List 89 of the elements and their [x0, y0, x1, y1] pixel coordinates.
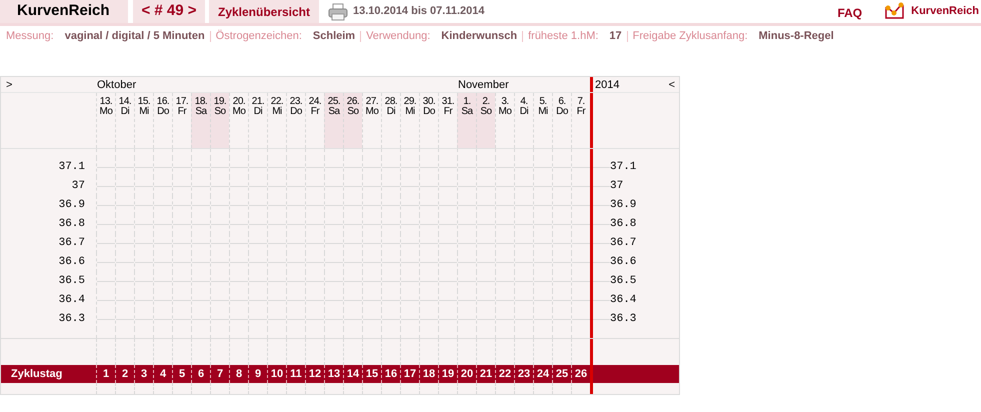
- temperature-label: 37.1: [610, 160, 636, 176]
- day-header: 19. So: [210, 93, 229, 148]
- info-value: Kinderwunsch: [441, 28, 518, 44]
- cycle-day-number: 22: [495, 365, 514, 383]
- month-label: November: [457, 78, 510, 92]
- day-header: 30. Do: [419, 93, 438, 148]
- cycle-day-number: 18: [419, 365, 438, 383]
- day-header: 16. Do: [153, 93, 172, 148]
- cycle-day-number: 17: [400, 365, 419, 383]
- printer-icon[interactable]: [328, 2, 348, 20]
- info-value: Schleim: [312, 28, 356, 44]
- cycle-day-number: 10: [267, 365, 286, 383]
- cycle-day-number: 26: [571, 365, 590, 383]
- cycle-day-number: 16: [381, 365, 400, 383]
- cycle-day-number: 2: [115, 365, 134, 383]
- temperature-label: 36.5: [610, 274, 636, 290]
- cycle-day-number: 8: [229, 365, 248, 383]
- cycle-day-number: 7: [210, 365, 229, 383]
- cycle-navigation[interactable]: < # 49 >: [133, 0, 205, 23]
- cycle-day-number: 23: [514, 365, 533, 383]
- day-header: 4. Di: [514, 93, 533, 148]
- day-header: 27. Mo: [362, 93, 381, 148]
- info-label: Freigabe Zyklusanfang:: [632, 28, 748, 44]
- day-header: 23. Do: [286, 93, 305, 148]
- info-label: Messung:: [6, 28, 54, 44]
- cycle-day-number: 12: [305, 365, 324, 383]
- day-header: 1. Sa: [457, 93, 476, 148]
- temperature-label: 37: [72, 179, 85, 194]
- temperature-label: 36.4: [58, 293, 85, 308]
- temperature-label: 37: [610, 179, 624, 194]
- cycle-day-number: 19: [438, 365, 457, 383]
- temperature-label: 36.7: [58, 236, 85, 252]
- temperature-label: 37.1: [58, 160, 85, 176]
- day-header: 15. Mi: [134, 93, 153, 148]
- cycle-day-number: 24: [533, 365, 552, 383]
- cycle-day-number: 9: [248, 365, 267, 383]
- info-value: 17: [609, 28, 622, 44]
- info-value: Minus-8-Regel: [758, 28, 834, 44]
- temperature-label: 36.3: [58, 312, 85, 328]
- day-header: 20. Mo: [229, 93, 248, 148]
- cycle-day-number: 3: [134, 365, 153, 383]
- day-header: 28. Di: [381, 93, 400, 148]
- temperature-label: 36.6: [610, 255, 636, 270]
- day-header: 13. Mo: [96, 93, 115, 148]
- temperature-label: 36.7: [610, 236, 636, 252]
- cycle-day-number: 25: [552, 365, 571, 383]
- brand-name: KurvenReich: [911, 4, 979, 19]
- year-label: 2014: [595, 78, 620, 92]
- cycle-day-number: 15: [362, 365, 381, 383]
- day-header: 5. Mi: [533, 93, 552, 148]
- day-header: 2. So: [476, 93, 495, 148]
- cycle-day-number: 11: [286, 365, 305, 383]
- cycle-day-number: 14: [343, 365, 362, 383]
- info-label: früheste 1.hM:: [528, 28, 598, 44]
- cycle-day-label: Zyklustag: [10, 367, 64, 382]
- cycle-day-number: 20: [457, 365, 476, 383]
- cycle-day-number: 13: [324, 365, 343, 383]
- temperature-label: 36.4: [610, 293, 636, 308]
- temperature-label: 36.8: [610, 217, 636, 232]
- day-header: 6. Do: [552, 93, 571, 148]
- day-header: 14. Di: [115, 93, 134, 148]
- day-header: 3. Mo: [495, 93, 514, 148]
- cycle-day-number: 6: [191, 365, 210, 383]
- temperature-label: 36.8: [58, 217, 85, 232]
- chart-logo-icon: [884, 2, 906, 20]
- day-header: 22. Mi: [267, 93, 286, 148]
- day-header: 21. Di: [248, 93, 267, 148]
- temperature-label: 36.9: [610, 198, 636, 214]
- temperature-label: 36.5: [58, 274, 85, 290]
- faq-link[interactable]: FAQ: [837, 4, 862, 23]
- month-label: Oktober: [96, 78, 138, 92]
- info-label: Verwendung:: [366, 28, 430, 44]
- cycle-day-number: 1: [96, 365, 115, 383]
- logo[interactable]: KurvenReich: [0, 0, 128, 23]
- cycle-day-number: 4: [153, 365, 172, 383]
- cycle-day-number: 21: [476, 365, 495, 383]
- temperature-label: 36.3: [610, 312, 636, 328]
- info-value: vaginal / digital / 5 Minuten: [64, 28, 205, 44]
- day-header: 18. Sa: [191, 93, 210, 148]
- temperature-label: 36.6: [58, 255, 85, 270]
- temperature-label: 36.9: [58, 198, 85, 214]
- day-header: 26. So: [343, 93, 362, 148]
- date-range: 13.10.2014 bis 07.11.2014: [353, 4, 485, 20]
- day-header: 7. Fr: [571, 93, 590, 148]
- cycle-overview-tab[interactable]: Zyklenübersicht: [209, 0, 319, 23]
- info-label: Östrogenzeichen:: [216, 28, 302, 44]
- day-header: 29. Mi: [400, 93, 419, 148]
- cycle-day-number: 5: [172, 365, 191, 383]
- day-header: 25. Sa: [324, 93, 343, 148]
